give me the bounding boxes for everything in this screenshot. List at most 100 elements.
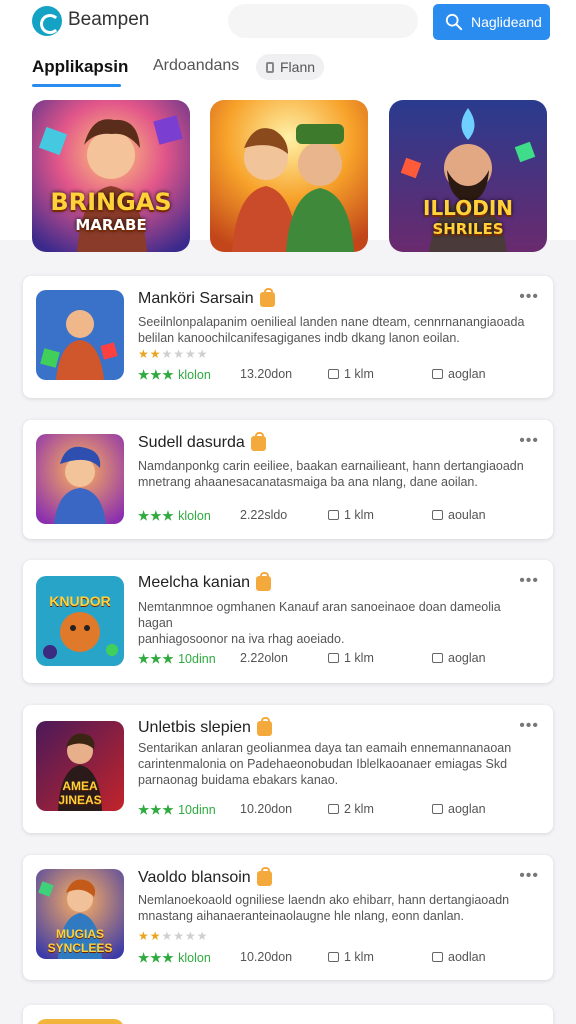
- list-item[interactable]: KNUDOR Meelcha kanian ••• Nemtanmnoe ogm…: [23, 560, 553, 683]
- card-description: Namdanponkg carin eeiliee, baakan earnai…: [138, 458, 538, 490]
- thumbnail-logo-text: MUGIAS SYNCLEES: [47, 927, 113, 955]
- featured-banner-1[interactable]: BRINGAS MARABE: [32, 100, 190, 252]
- list-item[interactable]: MUGIAS SYNCLEES Vaoldo blansoin ••• Nemla…: [23, 855, 553, 980]
- tag-value: aoglan: [432, 367, 486, 381]
- card-title: Meelcha kanian: [138, 574, 251, 591]
- tag-icon: [432, 952, 443, 962]
- downloads-value: 1 klm: [328, 651, 374, 665]
- more-icon[interactable]: •••: [519, 572, 539, 590]
- search-button[interactable]: Naglideand: [433, 4, 550, 40]
- thumbnail-logo-text: AMEA JINEAS: [58, 779, 102, 807]
- card-description: Nemtanmnoe ogmhanen Kanauf aran sanoeina…: [138, 599, 538, 647]
- card-title-row: Unletbis slepien: [138, 716, 272, 737]
- tag-value: aodlan: [432, 950, 486, 964]
- card-description-line: belilan kanoochilcanifesagiganes indb dk…: [138, 331, 460, 345]
- game-thumbnail: AMEA JINEAS: [36, 721, 124, 811]
- lock-icon: [250, 431, 266, 451]
- search-button-label: Naglideand: [471, 14, 542, 30]
- lock-icon: [256, 716, 272, 736]
- filter-icon: [266, 61, 274, 73]
- more-icon[interactable]: •••: [519, 717, 539, 735]
- tab-flann-label: Flann: [280, 59, 316, 75]
- card-description-line: Seeilnlonpalapanim oenilieal landen nane…: [138, 315, 525, 329]
- card-description-line: Nemtanmnoe ogmhanen Kanauf aran sanoeina…: [138, 600, 501, 630]
- game-thumbnail: [36, 290, 124, 380]
- size-value: 2.22sldo: [240, 508, 288, 522]
- star-rating: ★★★★★★: [138, 347, 209, 361]
- card-meta: ★★★ klolon 2.22sldo 1 klm aoulan: [138, 508, 538, 526]
- card-description: Sentarikan anlaran geolianmea daya tan e…: [138, 740, 538, 788]
- more-icon[interactable]: •••: [519, 288, 539, 306]
- search-icon: [445, 13, 463, 31]
- card-description-line: Sentarikan anlaran geolianmea daya tan e…: [138, 741, 512, 755]
- banner-1-subtitle: MARABE: [75, 216, 147, 234]
- card-description-line: mnastang aihanaeranteinaolaugne hle nlan…: [138, 909, 464, 923]
- green-stat: ★★★ 10dinn: [138, 803, 216, 817]
- list-item[interactable]: Sudell dasurda ••• Namdanponkg carin eei…: [23, 420, 553, 539]
- size-value: 10.20don: [240, 802, 293, 816]
- downloads-value: 2 klm: [328, 802, 374, 816]
- lock-icon: [259, 287, 275, 307]
- card-meta: ★★★ 10dinn 10.20don 2 klm aoglan: [138, 802, 538, 820]
- download-icon: [328, 952, 339, 962]
- tab-flann[interactable]: Flann: [256, 54, 324, 80]
- list-item[interactable]: [23, 1005, 553, 1024]
- more-icon[interactable]: •••: [519, 432, 539, 450]
- game-thumbnail: KNUDOR: [36, 576, 124, 666]
- card-meta: ★★★ klolon 13.20don 1 klm aoglan: [138, 367, 538, 385]
- card-description-line: panhiagosoonor na iva rhag aoeiado.: [138, 632, 345, 646]
- card-description-line: parnaonag buidama ebakars kanao.: [138, 773, 339, 787]
- downloads-value: 1 klm: [328, 508, 374, 522]
- tag-icon: [432, 653, 443, 663]
- game-thumbnail: [36, 434, 124, 524]
- downloads-value: 1 klm: [328, 950, 374, 964]
- featured-banner-2[interactable]: [210, 100, 368, 252]
- green-stat: ★★★ 10dinn: [138, 652, 216, 666]
- tag-value: aoglan: [432, 651, 486, 665]
- card-title: Unletbis slepien: [138, 719, 251, 736]
- card-title-row: Vaoldo blansoin: [138, 866, 272, 887]
- app-title: Beampen: [68, 9, 150, 30]
- card-description-line: mnetrang ahaanesacanatasmaiga ba ana nla…: [138, 475, 478, 489]
- card-title-row: Meelcha kanian: [138, 571, 272, 592]
- card-description-line: Nemlanoekoaold ogniliese laendn ako ehib…: [138, 893, 510, 907]
- active-tab-indicator: [32, 84, 121, 87]
- green-stat: ★★★ klolon: [138, 951, 211, 965]
- search-field-background[interactable]: [228, 4, 418, 38]
- tag-value: aoulan: [432, 508, 486, 522]
- card-title: Manköri Sarsain: [138, 290, 254, 307]
- featured-banner-3[interactable]: ILLODIN SHRILES: [389, 100, 547, 252]
- card-description-line: carintenmalonia on Padehaeonobudan Iblel…: [138, 757, 508, 771]
- green-stat: ★★★ klolon: [138, 368, 211, 382]
- green-stat: ★★★ klolon: [138, 509, 211, 523]
- tag-icon: [432, 804, 443, 814]
- banner-3-subtitle: SHRILES: [432, 220, 504, 238]
- logo-icon: [32, 6, 62, 36]
- size-value: 2.22olon: [240, 651, 288, 665]
- download-icon: [328, 510, 339, 520]
- banner-2-art: [210, 100, 368, 252]
- card-description-line: Namdanponkg carin eeiliee, baakan earnai…: [138, 459, 524, 473]
- game-thumbnail: [36, 1019, 124, 1024]
- card-description: Nemlanoekoaold ogniliese laendn ako ehib…: [138, 892, 538, 924]
- list-item[interactable]: AMEA JINEAS Unletbis slepien ••• Sentarik…: [23, 705, 553, 833]
- banner-3-title: ILLODIN: [423, 196, 513, 220]
- card-description: Seeilnlonpalapanim oenilieal landen nane…: [138, 314, 538, 346]
- thumbnail-logo-text: KNUDOR: [49, 593, 111, 609]
- downloads-value: 1 klm: [328, 367, 374, 381]
- card-title-row: Manköri Sarsain: [138, 287, 275, 308]
- tab-applikapsin[interactable]: Applikapsin: [32, 57, 128, 77]
- more-icon[interactable]: •••: [519, 867, 539, 885]
- card-meta: ★★★ 10dinn 2.22olon 1 klm aoglan: [138, 651, 538, 669]
- tag-icon: [432, 369, 443, 379]
- tag-icon: [432, 510, 443, 520]
- list-item[interactable]: Manköri Sarsain ••• Seeilnlonpalapanim o…: [23, 276, 553, 398]
- card-title: Vaoldo blansoin: [138, 869, 251, 886]
- card-meta: ★★★ klolon 10.20don 1 klm aodlan: [138, 950, 538, 968]
- tab-ardoandans[interactable]: Ardoandans: [153, 57, 239, 75]
- lock-icon: [256, 866, 272, 886]
- download-icon: [328, 369, 339, 379]
- size-value: 13.20don: [240, 367, 293, 381]
- banner-1-title: BRINGAS: [50, 188, 172, 216]
- download-icon: [328, 653, 339, 663]
